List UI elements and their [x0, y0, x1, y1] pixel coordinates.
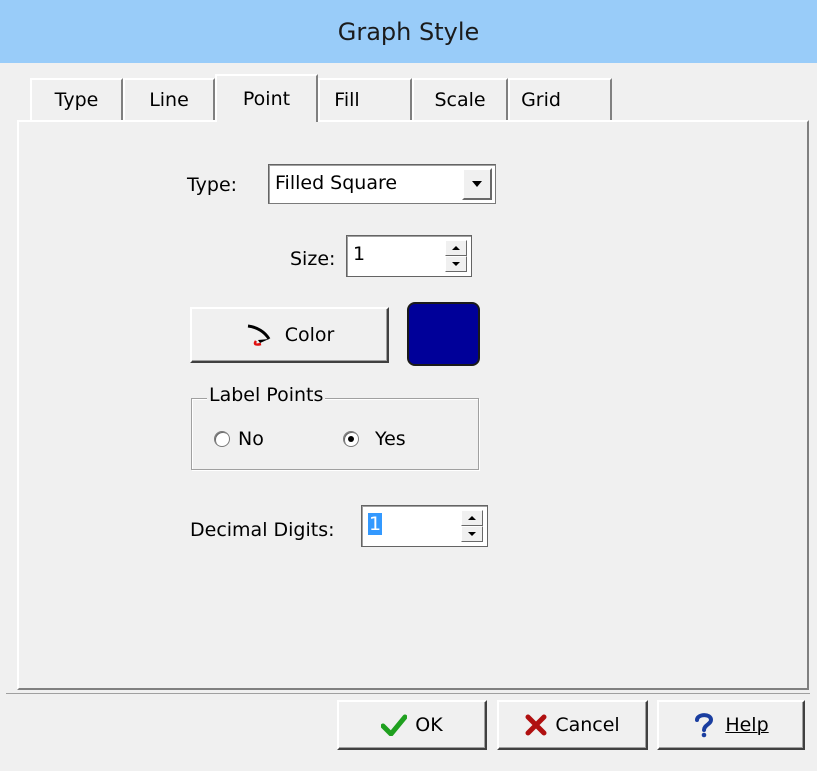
window-titlebar[interactable]: Graph Style	[0, 0, 817, 63]
help-button[interactable]: Help	[657, 700, 805, 750]
spin-up-button[interactable]	[445, 240, 467, 256]
arrow-down-icon	[452, 262, 460, 266]
radio-selected-dot	[348, 436, 354, 442]
label-points-no-label[interactable]: No	[238, 428, 264, 450]
spin-up-button[interactable]	[461, 510, 483, 526]
tab-fill[interactable]: Fill	[318, 78, 412, 120]
ok-button-label: OK	[415, 714, 443, 736]
tab-point[interactable]: Point	[215, 74, 318, 122]
tab-line-label: Line	[149, 89, 189, 111]
tab-grid[interactable]: Grid	[508, 78, 612, 120]
color-button-label: Color	[284, 324, 335, 346]
point-type-value: Filled Square	[275, 172, 398, 194]
spin-down-button[interactable]	[445, 256, 467, 272]
window-title: Graph Style	[337, 17, 480, 46]
spin-down-button[interactable]	[461, 526, 483, 542]
label-points-yes-label[interactable]: Yes	[375, 428, 406, 450]
decimal-digits-label: Decimal Digits:	[190, 519, 335, 541]
label-points-no-radio[interactable]	[214, 431, 230, 447]
tab-scale[interactable]: Scale	[412, 78, 508, 120]
decimal-digits-value: 1	[368, 513, 383, 535]
chevron-down-icon	[472, 181, 482, 187]
point-size-label: Size:	[290, 248, 336, 270]
point-size-spinner[interactable]: 1	[346, 235, 472, 277]
point-size-spin-buttons	[445, 240, 467, 272]
tab-fill-label: Fill	[334, 89, 360, 111]
question-icon	[695, 713, 714, 738]
tab-grid-label: Grid	[521, 89, 561, 111]
label-points-group	[191, 398, 479, 470]
tab-point-label: Point	[242, 88, 291, 110]
point-size-value: 1	[353, 243, 366, 265]
color-button[interactable]: Color	[190, 307, 389, 363]
arrow-down-icon	[468, 532, 476, 536]
dropdown-arrow-button[interactable]	[462, 168, 492, 200]
label-points-yes-radio[interactable]	[343, 431, 359, 447]
decimal-digits-value-wrap: 1	[368, 513, 383, 535]
x-icon	[525, 714, 547, 736]
paint-brush-icon	[247, 324, 270, 346]
decimal-digits-spinner[interactable]: 1	[361, 505, 488, 547]
point-type-select[interactable]: Filled Square	[268, 164, 496, 204]
tab-type-label: Type	[54, 89, 99, 111]
cancel-button-label: Cancel	[555, 714, 620, 736]
point-type-label: Type:	[187, 174, 238, 196]
arrow-up-icon	[452, 246, 460, 250]
checkmark-icon	[381, 714, 408, 736]
help-button-label: Help	[725, 714, 769, 736]
tab-scale-label: Scale	[434, 89, 486, 111]
arrow-up-icon	[468, 516, 476, 520]
decimal-digits-spin-buttons	[461, 510, 483, 542]
ok-button[interactable]: OK	[337, 700, 487, 750]
cancel-button[interactable]: Cancel	[497, 700, 648, 750]
label-points-legend: Label Points	[207, 384, 326, 406]
tab-type[interactable]: Type	[30, 78, 123, 120]
tab-line[interactable]: Line	[123, 78, 215, 120]
color-swatch[interactable]	[407, 302, 480, 366]
